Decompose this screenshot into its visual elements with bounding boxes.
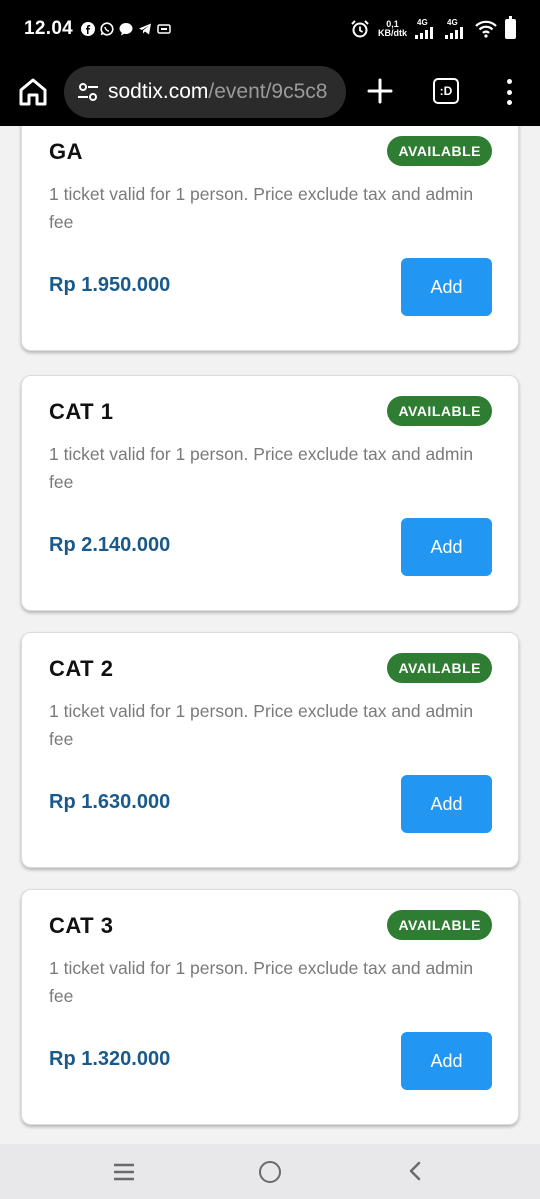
tab-switcher-icon[interactable]: :D (433, 78, 459, 104)
ticket-price: Rp 1.630.000 (49, 791, 171, 813)
status-indicators: 0,1 KB/dtk 4G 4G (350, 16, 516, 39)
plus-icon[interactable] (364, 75, 396, 107)
ticket-card-ga: GA AVAILABLE 1 ticket valid for 1 person… (21, 126, 519, 351)
ticket-card-cat2: CAT 2 AVAILABLE 1 ticket valid for 1 per… (21, 632, 519, 868)
ticket-price: Rp 1.320.000 (49, 1048, 171, 1070)
recent-apps-icon[interactable] (113, 1163, 135, 1181)
whatsapp-icon (100, 22, 114, 36)
add-button[interactable]: Add (401, 775, 492, 833)
battery-icon (505, 16, 516, 39)
signal-2-label: 4G (447, 18, 458, 27)
url-path: /event/9c5c8 (208, 80, 328, 103)
add-button[interactable]: Add (401, 518, 492, 576)
ticket-description: 1 ticket valid for 1 person. Price exclu… (49, 444, 474, 492)
chat-icon (119, 23, 133, 36)
url-host: sodtix.com (108, 80, 209, 103)
notification-icons (81, 22, 171, 36)
ticket-name: CAT 1 (49, 399, 114, 424)
signal-1-label: 4G (417, 18, 428, 27)
network-speed-unit: KB/dtk (378, 28, 407, 38)
status-bar: 12.04 0,1 KB/dtk 4G 4G (0, 0, 540, 58)
facebook-icon (81, 22, 96, 36)
back-chevron-icon[interactable] (405, 1160, 427, 1182)
ticket-name: CAT 3 (49, 913, 114, 938)
signal-icon (415, 27, 433, 39)
ticket-description: 1 ticket valid for 1 person. Price exclu… (49, 184, 474, 232)
cast-icon (157, 24, 171, 34)
ticket-description: 1 ticket valid for 1 person. Price exclu… (49, 958, 474, 1006)
wifi-icon (475, 20, 497, 38)
ticket-list: GA AVAILABLE 1 ticket valid for 1 person… (0, 126, 540, 1144)
ticket-price: Rp 2.140.000 (49, 534, 171, 556)
ticket-card-cat3: CAT 3 AVAILABLE 1 ticket valid for 1 per… (21, 889, 519, 1125)
signal-2: 4G (445, 19, 467, 39)
browser-toolbar: sodtix.com/event/9c5c8 :D (0, 58, 540, 126)
home-icon[interactable] (16, 75, 50, 109)
signal-1: 4G (415, 19, 437, 39)
network-speed: 0,1 KB/dtk (378, 20, 407, 38)
home-circle-icon[interactable] (259, 1161, 281, 1183)
tune-icon[interactable] (76, 80, 100, 104)
system-nav-bar (0, 1144, 540, 1199)
ticket-name: GA (49, 139, 83, 164)
status-badge: AVAILABLE (387, 910, 492, 940)
url-text[interactable]: sodtix.com/event/9c5c8 (108, 80, 327, 104)
status-badge: AVAILABLE (387, 136, 492, 166)
alarm-icon (351, 20, 369, 38)
telegram-icon (139, 23, 152, 35)
status-badge: AVAILABLE (387, 396, 492, 426)
ticket-price: Rp 1.950.000 (49, 274, 171, 296)
add-button[interactable]: Add (401, 258, 492, 316)
status-badge: AVAILABLE (387, 653, 492, 683)
more-vert-icon[interactable] (500, 77, 518, 107)
ticket-description: 1 ticket valid for 1 person. Price exclu… (49, 701, 474, 749)
add-button[interactable]: Add (401, 1032, 492, 1090)
tab-switcher-label: :D (439, 84, 453, 98)
ticket-name: CAT 2 (49, 656, 114, 681)
status-time: 12.04 (24, 18, 74, 39)
ticket-card-cat1: CAT 1 AVAILABLE 1 ticket valid for 1 per… (21, 375, 519, 611)
signal-icon (445, 27, 463, 39)
address-bar[interactable]: sodtix.com/event/9c5c8 (64, 66, 346, 118)
